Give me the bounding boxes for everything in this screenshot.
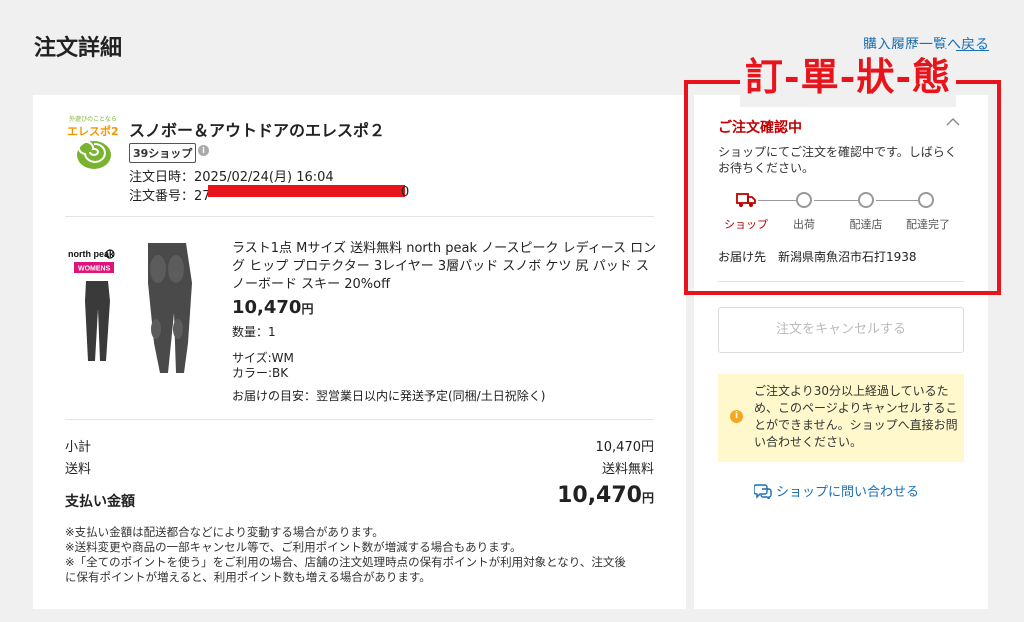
order-date: 注文日時：2025/02/24(月) 16:04: [129, 170, 334, 185]
order-number-suffix: 0: [401, 185, 410, 200]
order-detail-card: 外遊びのことなら エレスポ2 スノボー＆アウトドアのエレスポ２ 39ショップ i…: [33, 95, 686, 609]
total-label: 支払い金額: [65, 494, 135, 510]
order-number-prefix: 注文番号：27: [129, 189, 211, 204]
note-line: ※送料変更や商品の一部キャンセル等で、ご利用ポイント数が増減する場合もあります。: [65, 540, 522, 554]
divider: [65, 419, 654, 420]
shop-logo[interactable]: 外遊びのことなら エレスポ2: [65, 114, 121, 172]
divider: [65, 216, 654, 217]
delivery-estimate: お届けの目安：翌営業日以内に発送予定(同梱/土日祝除く): [232, 389, 546, 403]
note-line: ※「全てのポイントを使う」をご利用の場合、店舗の注文処理時点の保有ポイントが利用…: [65, 555, 626, 569]
swirl-icon: [77, 141, 111, 169]
redaction-bar: [208, 185, 405, 197]
shipping-value: 送料無料: [601, 462, 654, 477]
chat-bubbles-icon[interactable]: [754, 483, 772, 499]
subtotal-label: 小計: [65, 440, 92, 455]
notes: ※支払い金額は配送都合などにより変動する場合があります。 ※送料変更や商品の一部…: [65, 525, 660, 585]
shop-name[interactable]: スノボー＆アウトドアのエレスポ２: [129, 117, 385, 141]
page-title: 注文詳細: [34, 36, 123, 61]
shop-logo-tagline: 外遊びのことなら: [69, 116, 117, 123]
product-title[interactable]: ラスト1点 Mサイズ 送料無料 north peak ノースピーク レディース …: [232, 240, 657, 294]
info-icon[interactable]: i: [198, 145, 209, 156]
cancel-order-button[interactable]: 注文をキャンセルする: [718, 307, 964, 353]
annotation-box: [684, 80, 1001, 295]
note-line: ※支払い金額は配送都合などにより変動する場合があります。: [65, 525, 384, 539]
annotation-label: 訂-單-狀-態: [740, 49, 956, 107]
total-value: 10,470円: [557, 483, 654, 508]
product-price: 10,470円: [232, 297, 314, 318]
contact-shop-link[interactable]: ショップに問い合わせる: [776, 481, 919, 500]
product-quantity: 数量：1: [232, 325, 276, 339]
info-icon: i: [730, 410, 743, 423]
brand-sub-label: WOMENS: [78, 266, 111, 273]
cancel-notice: i ご注文より30分以上経過しているため、このページよりキャンセルすることができ…: [718, 374, 964, 462]
product-color: カラー:BK: [232, 366, 289, 380]
note-line: に保有ポイントが増えると、利用ポイント数も増える場合があります。: [65, 570, 431, 584]
product-image[interactable]: north peak WOMENS: [66, 239, 216, 389]
shipping-label: 送料: [65, 462, 92, 477]
subtotal-value: 10,470円: [595, 440, 655, 455]
notice-text: ご注文より30分以上経過しているため、このページよりキャンセルすることができませ…: [754, 384, 958, 449]
shop-badge: 39ショップ: [129, 143, 197, 163]
